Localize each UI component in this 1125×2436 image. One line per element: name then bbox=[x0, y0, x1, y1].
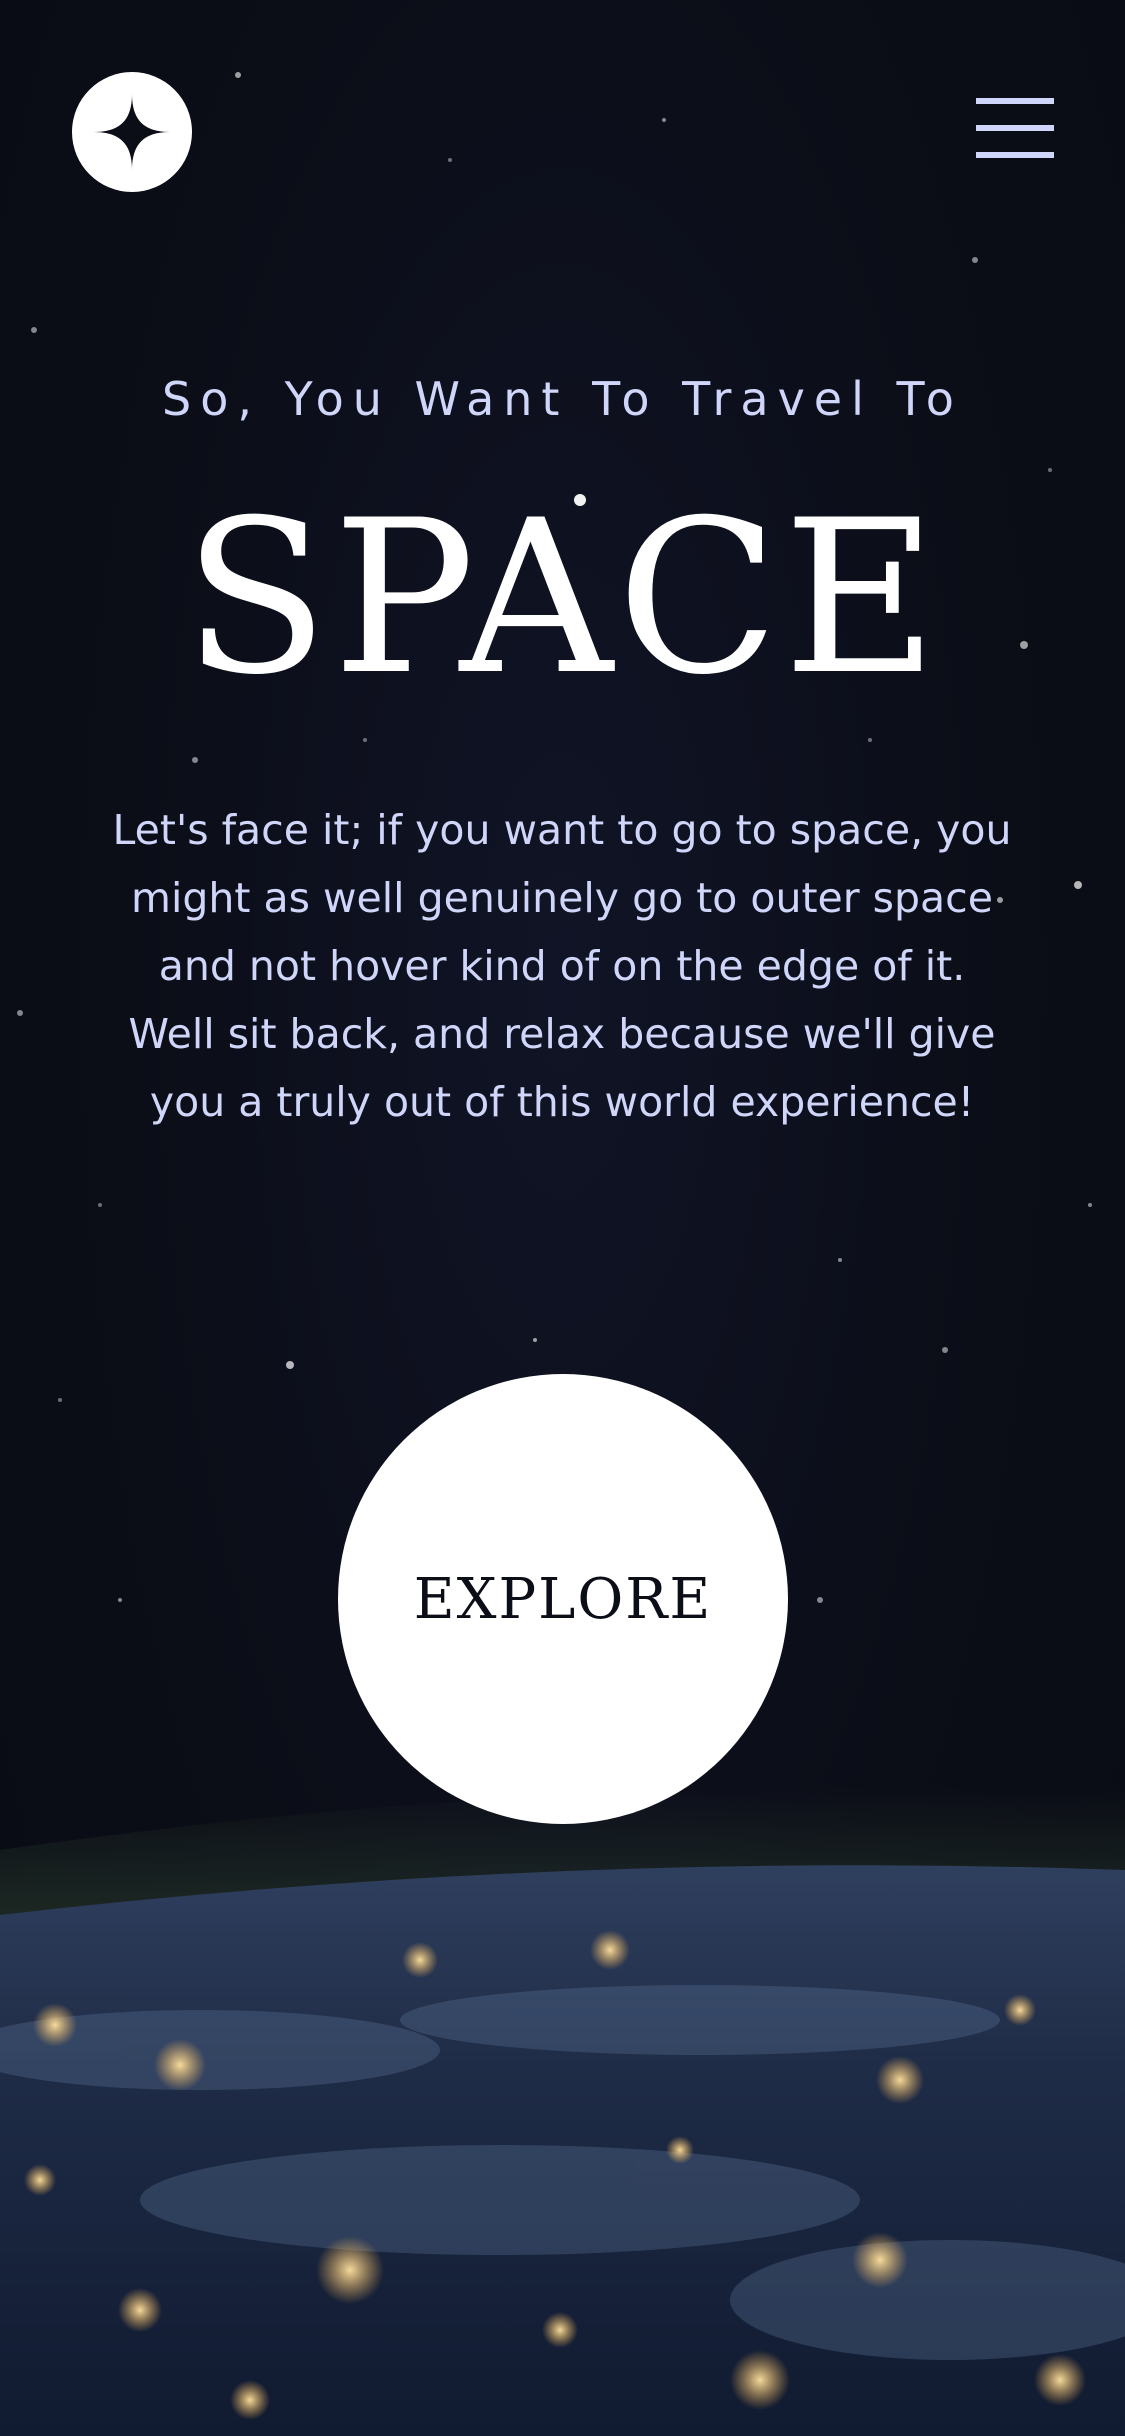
four-point-star-icon bbox=[94, 94, 170, 170]
home-page: So, You Want To Travel To SPACE Let's fa… bbox=[0, 0, 1125, 2436]
menu-line bbox=[976, 98, 1054, 104]
logo[interactable] bbox=[72, 72, 192, 192]
hero-kicker: So, You Want To Travel To bbox=[162, 372, 963, 426]
starfield-background bbox=[17, 72, 1092, 1603]
menu-line bbox=[976, 152, 1054, 158]
explore-button-label: EXPLORE bbox=[413, 1566, 713, 1632]
hero-description: Let's face it; if you want to go to spac… bbox=[112, 806, 1012, 1126]
explore-button[interactable]: EXPLORE bbox=[338, 1374, 788, 1824]
hamburger-menu-icon[interactable] bbox=[976, 96, 1054, 168]
site-header bbox=[0, 0, 1125, 260]
hero-title: SPACE bbox=[183, 474, 942, 721]
menu-line bbox=[976, 125, 1054, 131]
